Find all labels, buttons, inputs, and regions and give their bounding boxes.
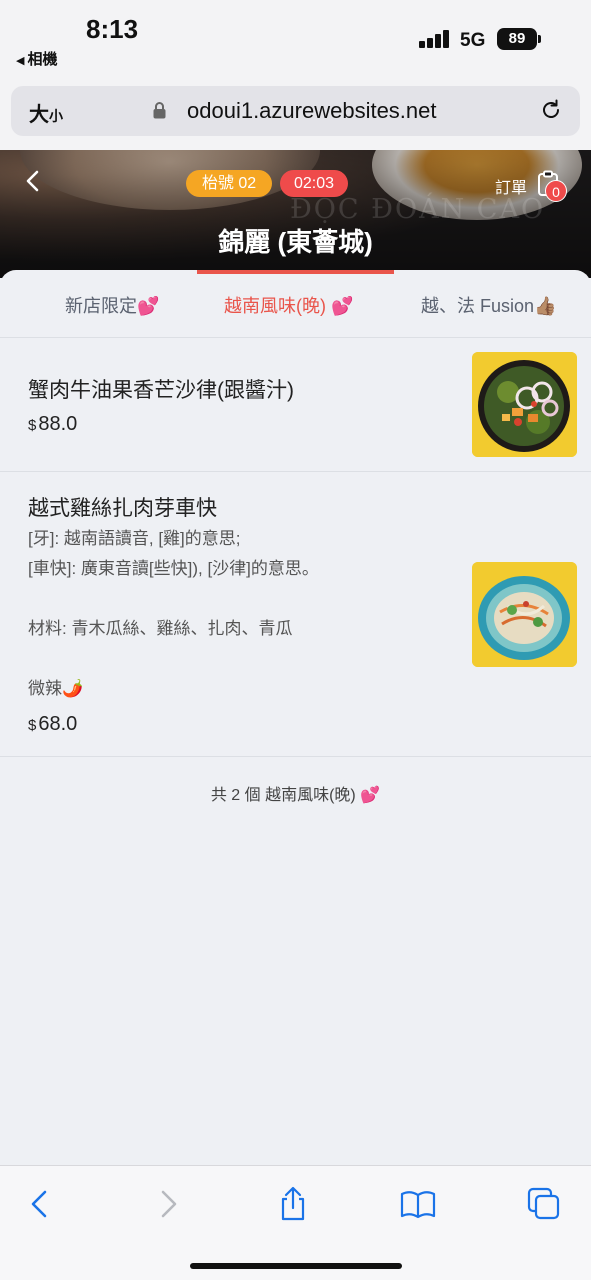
text-size-large: 大 (29, 104, 49, 126)
menu-item-photo[interactable] (472, 562, 577, 667)
tab-overflow-hint: · (0, 292, 2, 313)
table-number-badge: 枱號 02 (186, 170, 272, 197)
category-item-count: 共 2 個 越南風味(晚) 💕 (210, 787, 381, 804)
back-arrow-icon[interactable] (24, 170, 42, 192)
back-to-app-link[interactable]: ◀ 相機 (16, 48, 57, 69)
menu-item[interactable]: 蟹肉牛油果香芒沙律(跟醬汁) $88.0 (0, 338, 591, 472)
order-count-badge: 0 (545, 180, 567, 202)
active-tab-indicator (197, 270, 394, 274)
tab-new-store[interactable]: 新店限定💕 (65, 292, 159, 318)
menu-item-price: $88.0 (28, 413, 77, 436)
browser-toolbar (0, 1165, 591, 1280)
restaurant-name: 錦麗 (東薈城) (218, 227, 373, 257)
reload-icon[interactable] (539, 98, 563, 122)
menu-item-name: 蟹肉牛油果香芒沙律(跟醬汁) (28, 379, 294, 402)
lock-icon (153, 102, 166, 119)
tab-fusion[interactable]: 越、法 Fusion👍🏽 (421, 292, 556, 318)
menu-item-description: [牙]: 越南語讀音, [雞]的意思; [車快]: 廣東音讀[些快]), [沙律… (28, 529, 319, 698)
menu-item-photo[interactable] (472, 352, 577, 457)
share-icon[interactable] (275, 1186, 311, 1222)
text-size-small: 小 (49, 108, 63, 124)
order-button-label[interactable]: 訂單 (495, 174, 527, 198)
battery-icon: 89 (497, 28, 537, 50)
network-type: 5G (460, 30, 486, 51)
menu-item-name: 越式雞絲扎肉芽車快 (28, 497, 217, 520)
url-text[interactable]: odoui1.azurewebsites.net (187, 98, 437, 124)
clock: 8:13 (86, 14, 139, 44)
menu-item[interactable]: 越式雞絲扎肉芽車快 [牙]: 越南語讀音, [雞]的意思; [車快]: 廣東音讀… (0, 472, 591, 757)
currency-symbol: $ (28, 717, 37, 734)
currency-symbol: $ (28, 417, 37, 434)
address-bar[interactable]: 大小 odoui1.azurewebsites.net (11, 86, 580, 136)
signal-icon (419, 30, 451, 48)
status-bar: 8:13 ◀ 相機 5G 89 (0, 0, 591, 76)
forward-icon[interactable] (150, 1186, 186, 1222)
price-value: 68.0 (38, 713, 78, 735)
browser-address-area: 大小 odoui1.azurewebsites.net (0, 76, 591, 150)
back-icon[interactable] (22, 1186, 58, 1222)
menu-item-price: $68.0 (28, 713, 77, 736)
tab-vietnamese-dinner[interactable]: 越南風味(晚) 💕 (224, 292, 353, 318)
session-timer-badge: 02:03 (280, 170, 348, 197)
price-value: 88.0 (38, 413, 78, 435)
restaurant-header: ĐỘC ĐOÁN CAO 枱號 02 02:03 訂單 0 錦麗 (東薈城) (0, 150, 591, 278)
header-background-text: ĐỘC ĐOÁN CAO (290, 194, 546, 225)
category-tabs: · 新店限定💕 越南風味(晚) 💕 越、法 Fusion👍🏽 (0, 270, 591, 338)
text-size-button[interactable]: 大小 (29, 98, 63, 127)
home-indicator (190, 1263, 402, 1269)
bookmarks-icon[interactable] (400, 1186, 436, 1222)
battery-nub (538, 35, 541, 43)
back-app-label: 相機 (27, 51, 58, 68)
tabs-icon[interactable] (526, 1186, 562, 1222)
back-triangle-icon: ◀ (16, 55, 25, 67)
